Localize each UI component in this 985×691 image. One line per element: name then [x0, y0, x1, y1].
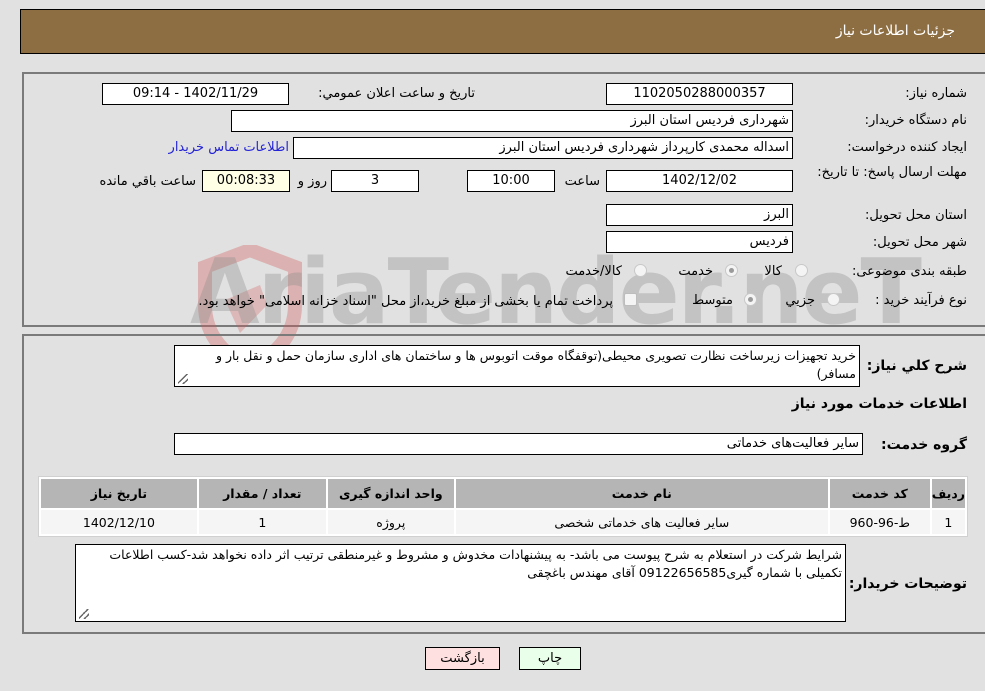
treasury-checkbox[interactable]: [624, 293, 637, 306]
purchase-type-radio-medium[interactable]: [744, 293, 757, 306]
buyer-contact-link[interactable]: اطلاعات تماس خریدار: [169, 140, 289, 155]
page-header: جزئیات اطلاعات نیاز: [20, 9, 985, 54]
col-header-row-number: ردیف: [931, 479, 965, 508]
category-label: طبقه بندی موضوعی:: [851, 264, 967, 279]
deadline-time-label: ساعت: [564, 174, 600, 189]
cell-quantity: 1: [198, 510, 326, 534]
announce-datetime-field: 1402/11/29 - 09:14: [102, 83, 289, 105]
category-radio-service[interactable]: [725, 264, 738, 277]
purchase-type-label: نوع فرآیند خرید :: [875, 293, 967, 308]
delivery-city-field: فردیس: [606, 231, 793, 253]
resize-grip-icon[interactable]: [79, 609, 89, 619]
col-header-unit: واحد اندازه گیری: [327, 479, 454, 508]
need-number-field: 1102050288000357: [606, 83, 793, 105]
resize-grip-icon[interactable]: [178, 374, 188, 384]
requester-label: ایجاد کننده درخواست:: [847, 140, 967, 155]
category-option-service: خدمت: [678, 264, 713, 279]
page-title: جزئیات اطلاعات نیاز: [835, 23, 955, 39]
category-option-goods: کالا: [764, 264, 782, 279]
print-button[interactable]: چاپ: [519, 647, 581, 670]
buyer-org-label: نام دستگاه خریدار:: [864, 113, 967, 128]
table-header-row: ردیف کد خدمت نام خدمت واحد اندازه گیری ت…: [41, 479, 965, 508]
buyer-notes-textarea[interactable]: شرایط شرکت در استعلام به شرح پیوست می با…: [75, 544, 846, 622]
announce-datetime-label: تاریخ و ساعت اعلان عمومي:: [318, 86, 475, 101]
cell-unit: پروژه: [327, 510, 454, 534]
col-header-need-date: تاریخ نیاز: [41, 479, 197, 508]
services-table: ردیف کد خدمت نام خدمت واحد اندازه گیری ت…: [38, 476, 968, 537]
buyer-org-field: شهرداری فردیس استان البرز: [231, 110, 793, 132]
col-header-quantity: تعداد / مقدار: [198, 479, 326, 508]
buyer-notes-text: شرایط شرکت در استعلام به شرح پیوست می با…: [109, 547, 842, 580]
purchase-type-option-minor: جزيي: [785, 293, 815, 308]
buyer-notes-label: توضیحات خریدار:: [848, 576, 967, 592]
category-radio-goods-service[interactable]: [634, 264, 647, 277]
days-label: روز و: [297, 174, 327, 189]
remaining-time-label: ساعت باقي مانده: [99, 174, 196, 189]
cell-service-name: سایر فعالیت های خدماتی شخصی: [455, 510, 828, 534]
delivery-province-label: استان محل تحویل:: [865, 208, 967, 223]
service-group-label: گروه خدمت:: [881, 437, 967, 453]
treasury-note: پرداخت تمام یا بخشی از مبلغ خرید،از محل …: [198, 294, 613, 309]
description-textarea[interactable]: خرید تجهیزات زیرساخت نظارت تصویری محیطی(…: [174, 345, 860, 387]
cell-row-number: 1: [931, 510, 965, 534]
need-number-label: شماره نیاز:: [905, 86, 967, 101]
category-option-goods-service: کالا/خدمت: [565, 264, 622, 279]
delivery-province-field: البرز: [606, 204, 793, 226]
deadline-label: مهلت ارسال پاسخ: تا تاریخ:: [817, 165, 967, 180]
services-section-title: اطلاعات خدمات مورد نیاز: [791, 396, 967, 412]
cell-service-code: ط-96-960: [829, 510, 930, 534]
description-text: خرید تجهیزات زیرساخت نظارت تصویری محیطی(…: [215, 348, 856, 381]
cell-need-date: 1402/12/10: [41, 510, 197, 534]
purchase-type-option-medium: متوسط: [692, 293, 733, 308]
col-header-service-name: نام خدمت: [455, 479, 828, 508]
service-group-field: سایر فعالیت‌های خدماتی: [174, 433, 863, 455]
description-label: شرح کلي نیاز:: [866, 358, 967, 374]
purchase-type-radio-minor[interactable]: [827, 293, 840, 306]
deadline-date-field: 1402/12/02: [606, 170, 793, 192]
requester-field: اسداله محمدی کارپرداز شهرداری فردیس استا…: [293, 137, 793, 159]
col-header-service-code: کد خدمت: [829, 479, 930, 508]
category-radio-goods[interactable]: [795, 264, 808, 277]
table-row: 1 ط-96-960 سایر فعالیت های خدماتی شخصی پ…: [41, 510, 965, 534]
back-button[interactable]: بازگشت: [425, 647, 500, 670]
delivery-city-label: شهر محل تحویل:: [872, 235, 967, 250]
remaining-days-field: 3: [331, 170, 419, 192]
remaining-time-field: 00:08:33: [202, 170, 290, 192]
deadline-time-field: 10:00: [467, 170, 555, 192]
